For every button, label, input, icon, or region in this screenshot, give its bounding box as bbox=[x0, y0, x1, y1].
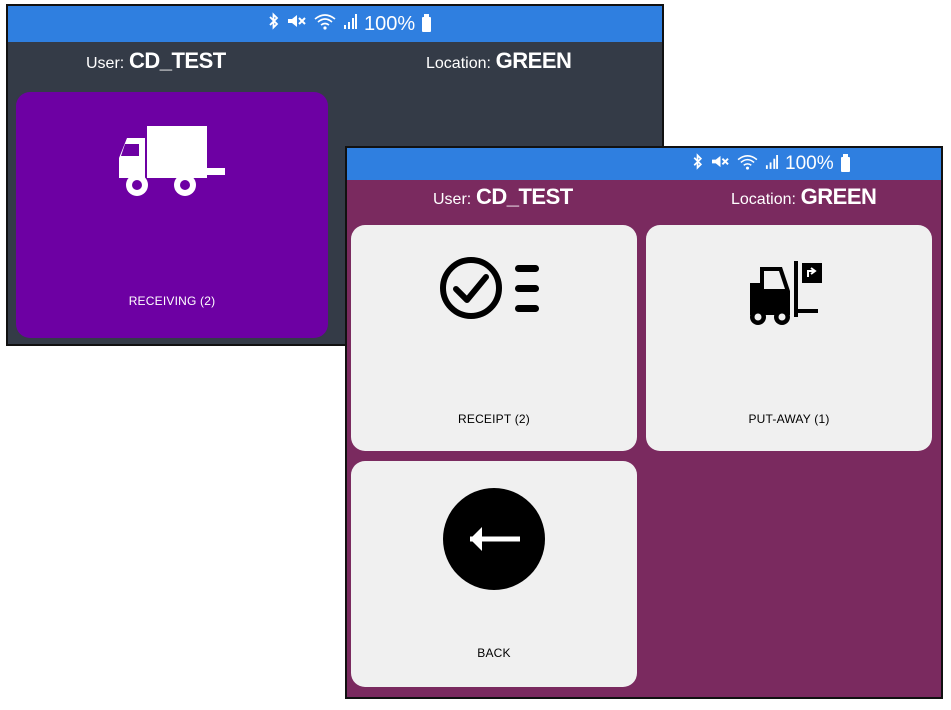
receipt-tile[interactable]: RECEIPT (2) bbox=[351, 225, 637, 451]
location-value: GREEN bbox=[800, 184, 877, 209]
location-value: GREEN bbox=[495, 48, 572, 73]
mute-icon bbox=[711, 153, 730, 176]
truck-icon bbox=[117, 124, 227, 205]
session-header: User: CD_TEST Location: GREEN bbox=[347, 182, 941, 212]
forklift-icon bbox=[744, 257, 834, 334]
user-key: User: bbox=[433, 191, 472, 208]
receiving-submenu-screen: 100% User: CD_TEST Location: GREEN RECEI… bbox=[345, 146, 943, 699]
location-key: Location: bbox=[426, 55, 491, 72]
status-bar: 100% bbox=[8, 6, 662, 42]
status-bar: 100% bbox=[347, 148, 941, 180]
battery-icon bbox=[422, 13, 432, 32]
receipt-label: RECEIPT (2) bbox=[458, 412, 530, 426]
signal-icon bbox=[343, 12, 357, 36]
put-away-tile[interactable]: PUT-AWAY (1) bbox=[646, 225, 932, 451]
signal-icon bbox=[765, 153, 778, 176]
mute-icon bbox=[287, 12, 307, 36]
user-key: User: bbox=[86, 55, 125, 72]
receiving-tile[interactable]: RECEIVING (2) bbox=[16, 92, 328, 338]
back-tile[interactable]: BACK bbox=[351, 461, 637, 687]
bluetooth-icon bbox=[268, 12, 280, 36]
location-key: Location: bbox=[731, 191, 796, 208]
location-info: Location: GREEN bbox=[426, 48, 572, 74]
location-info: Location: GREEN bbox=[731, 184, 877, 210]
checklist-icon bbox=[439, 255, 549, 326]
back-label: BACK bbox=[477, 646, 511, 660]
session-header: User: CD_TEST Location: GREEN bbox=[8, 46, 662, 76]
battery-icon bbox=[840, 153, 850, 172]
user-info: User: CD_TEST bbox=[433, 184, 573, 210]
user-value: CD_TEST bbox=[475, 184, 573, 209]
battery-percent: 100% bbox=[364, 12, 416, 35]
receiving-label: RECEIVING (2) bbox=[128, 294, 216, 308]
put-away-label: PUT-AWAY (1) bbox=[748, 412, 830, 426]
wifi-icon bbox=[737, 153, 758, 176]
battery-percent: 100% bbox=[785, 153, 834, 174]
user-value: CD_TEST bbox=[128, 48, 226, 73]
user-info: User: CD_TEST bbox=[86, 48, 226, 74]
wifi-icon bbox=[314, 12, 336, 36]
back-arrow-icon bbox=[442, 487, 546, 596]
bluetooth-icon bbox=[692, 152, 704, 176]
